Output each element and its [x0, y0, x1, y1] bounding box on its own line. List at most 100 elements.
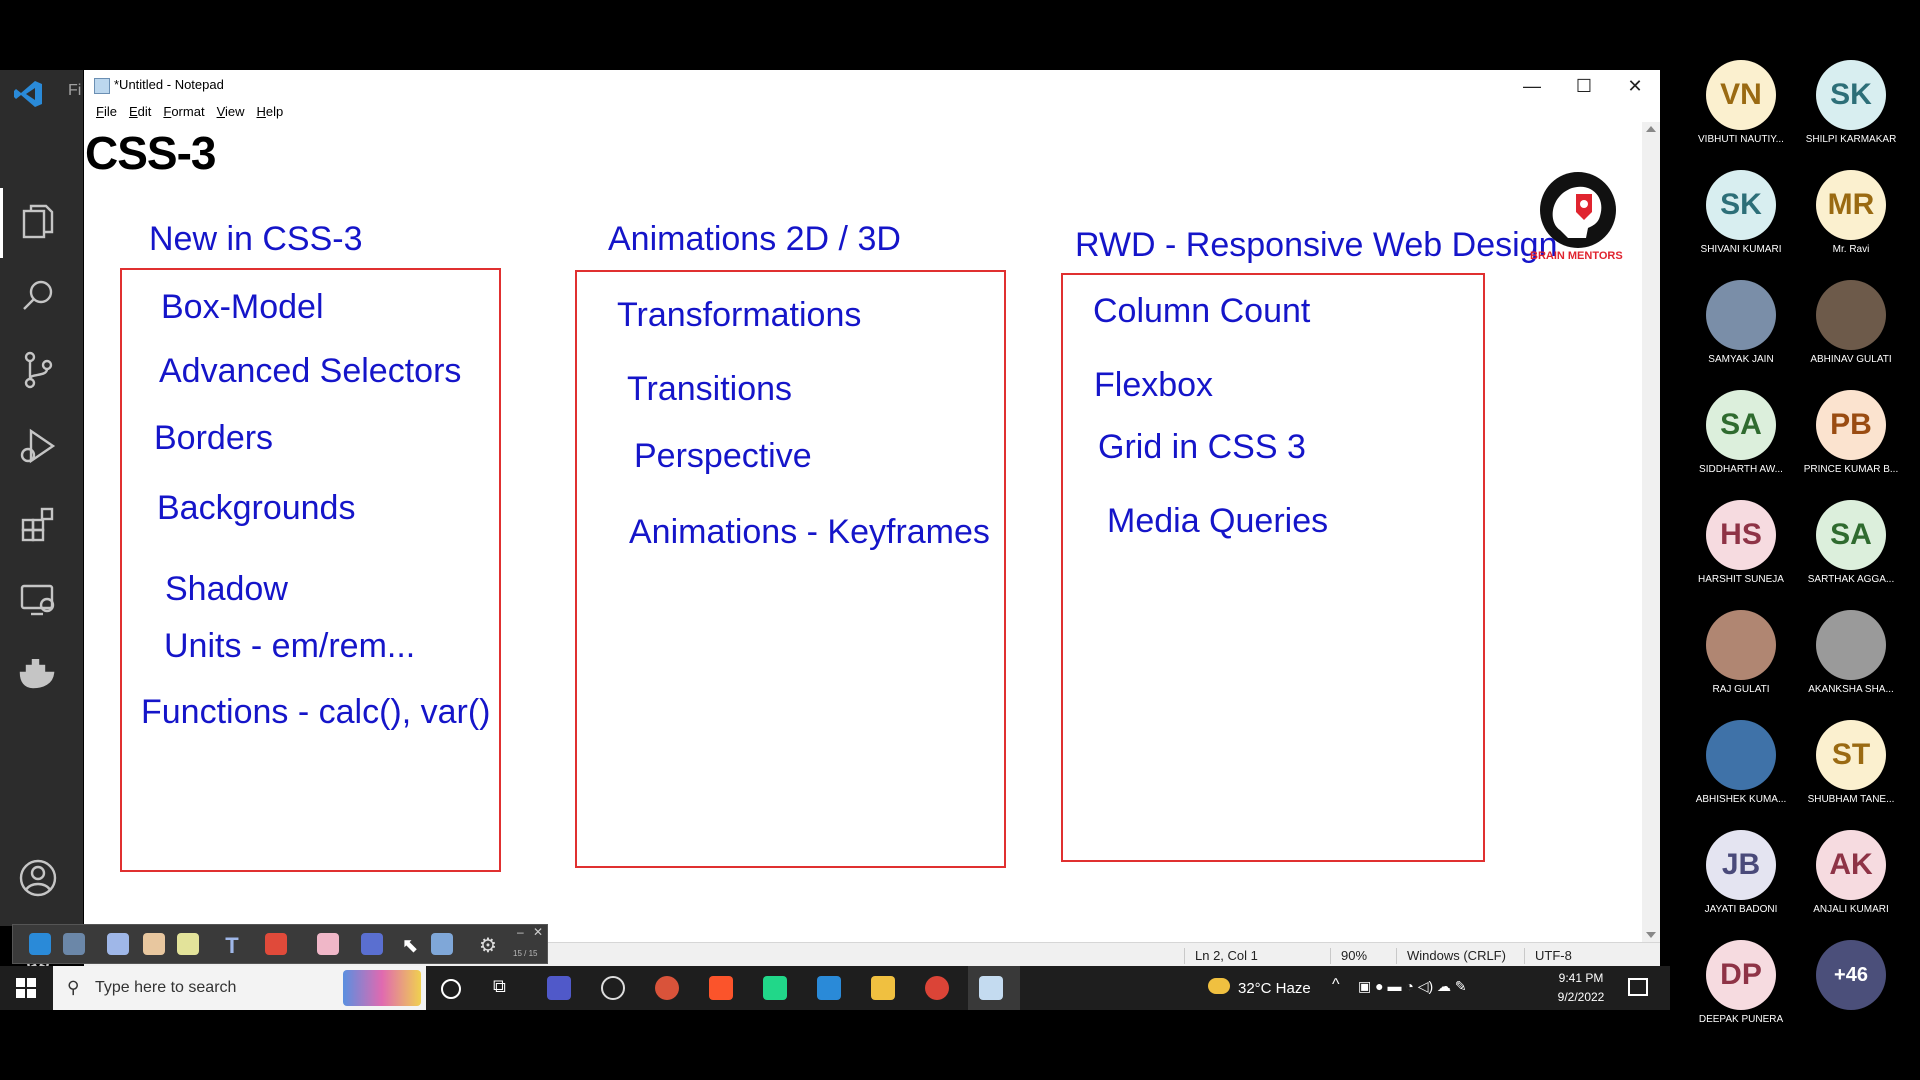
pycharm-icon[interactable] — [763, 976, 787, 1000]
list-item: Media Queries — [1107, 502, 1329, 540]
tray-icons[interactable]: ▣ ● ▬ ◔ ◁) ☁ ✎ — [1358, 978, 1467, 995]
cursor-position: Ln 2, Col 1 — [1184, 948, 1258, 964]
vscode-taskbar-icon[interactable] — [817, 976, 841, 1000]
participant-tile[interactable]: DP DEEPAK PUNERA — [1686, 940, 1796, 1025]
list-item: Perspective — [634, 437, 812, 475]
obs-icon[interactable] — [601, 976, 625, 1000]
menu-format[interactable]: Format — [157, 104, 210, 119]
participant-tile[interactable]: JB JAYATI BADONI — [1686, 830, 1796, 915]
scroll-up-arrow-icon[interactable] — [1646, 126, 1656, 132]
toolbar-close-icon[interactable]: ✕ — [533, 925, 543, 939]
participant-name: SIDDHARTH AW... — [1699, 464, 1783, 475]
remote-explorer-icon[interactable] — [0, 570, 75, 630]
maximize-button[interactable]: ☐ — [1564, 74, 1604, 98]
participant-tile[interactable]: ABHISHEK KUMA... — [1686, 720, 1796, 805]
docker-icon[interactable] — [0, 644, 75, 704]
toolbar-settings-icon[interactable]: ⚙ — [477, 933, 499, 957]
pen-tool-icon[interactable] — [107, 933, 129, 955]
menu-bar: File Edit Format View Help — [90, 104, 289, 119]
cursor-tool-icon[interactable] — [29, 933, 51, 955]
participant-name: RAJ GULATI — [1712, 684, 1770, 695]
clock[interactable]: 9:41 PM 9/2/2022 — [1556, 969, 1606, 1007]
column-heading-rwd: RWD - Responsive Web Design — [1075, 226, 1558, 264]
participant-name: JAYATI BADONI — [1704, 904, 1778, 915]
participant-name: AKANKSHA SHA... — [1808, 684, 1894, 695]
source-control-icon[interactable] — [0, 340, 75, 400]
participant-name: SHUBHAM TANE... — [1807, 794, 1895, 805]
column-heading-animations: Animations 2D / 3D — [608, 220, 901, 258]
search-icon[interactable] — [0, 266, 75, 326]
participant-tile[interactable]: HS HARSHIT SUNEJA — [1686, 500, 1796, 585]
participant-tile[interactable]: VN VIBHUTI NAUTIY... — [1686, 60, 1796, 145]
participant-tile[interactable]: AK ANJALI KUMARI — [1796, 830, 1906, 915]
avatar: DP — [1706, 940, 1776, 1010]
file-explorer-icon[interactable] — [871, 976, 895, 1000]
minimize-button[interactable]: — — [1512, 74, 1552, 98]
participant-tile[interactable]: RAJ GULATI — [1686, 610, 1796, 695]
whiteboard-tool-icon[interactable] — [63, 933, 85, 955]
participant-tile[interactable]: MR Mr. Ravi — [1796, 170, 1906, 255]
explorer-icon[interactable] — [0, 192, 75, 252]
menu-file[interactable]: File — [90, 104, 123, 119]
avatar: PB — [1816, 390, 1886, 460]
brave-browser-icon[interactable] — [709, 976, 733, 1000]
run-debug-icon[interactable] — [0, 416, 75, 476]
list-item: Transformations — [617, 296, 862, 334]
windows-taskbar: ⚲ Type here to search ⧉ 32°C Haze ^ ▣ ● … — [0, 966, 1670, 1010]
avatar: SA — [1706, 390, 1776, 460]
menu-help[interactable]: Help — [251, 104, 290, 119]
participant-tile[interactable]: ST SHUBHAM TANE... — [1796, 720, 1906, 805]
text-tool-icon[interactable]: T — [221, 933, 243, 958]
cortana-icon[interactable] — [441, 979, 461, 999]
close-button[interactable]: ✕ — [1615, 74, 1655, 98]
extensions-icon[interactable] — [0, 494, 75, 554]
participant-tile[interactable]: SA SIDDHARTH AW... — [1686, 390, 1796, 475]
eraser-tool-icon[interactable] — [317, 933, 339, 955]
avatar: SK — [1816, 60, 1886, 130]
scroll-down-arrow-icon[interactable] — [1646, 932, 1656, 938]
task-view-icon[interactable]: ⧉ — [493, 976, 517, 1000]
pointer-tool-icon[interactable]: ⬉ — [399, 933, 421, 957]
teams-icon[interactable] — [547, 976, 571, 1000]
participant-name: ABHINAV GULATI — [1810, 354, 1892, 365]
menu-edit[interactable]: Edit — [123, 104, 157, 119]
avatar: AK — [1816, 830, 1886, 900]
participant-tile[interactable]: SK SHIVANI KUMARI — [1686, 170, 1796, 255]
account-icon[interactable] — [0, 848, 75, 908]
notifications-icon[interactable] — [1628, 978, 1648, 996]
chevron-up-icon[interactable]: ^ — [1332, 976, 1340, 994]
brand-name: BRAIN MENTORS — [1530, 250, 1623, 262]
participant-tile[interactable]: AKANKSHA SHA... — [1796, 610, 1906, 695]
shape-tool-icon[interactable] — [265, 933, 287, 955]
list-item: Flexbox — [1094, 366, 1214, 404]
participant-tile[interactable]: ABHINAV GULATI — [1796, 280, 1906, 365]
participant-tile[interactable]: SAMYAK JAIN — [1686, 280, 1796, 365]
participant-tile[interactable]: SA SARTHAK AGGA... — [1796, 500, 1906, 585]
vertical-scrollbar[interactable] — [1642, 122, 1660, 942]
list-item: Borders — [154, 419, 274, 457]
participant-name: SAMYAK JAIN — [1708, 354, 1774, 365]
participant-name: Mr. Ravi — [1832, 244, 1870, 255]
editor-content[interactable]: CSS-3 New in CSS-3 Box-Model Advanced Se… — [84, 122, 1639, 942]
list-item: Units - em/rem... — [164, 627, 416, 665]
participant-name: DEEPAK PUNERA — [1698, 1014, 1784, 1025]
search-highlight-icon — [343, 970, 421, 1006]
weather-text[interactable]: 32°C Haze — [1238, 980, 1311, 997]
encoding: UTF-8 — [1524, 948, 1572, 964]
taskbar-search-box[interactable]: ⚲ Type here to search — [53, 966, 426, 1010]
toolbar-minimize-icon[interactable]: – — [517, 925, 524, 939]
start-windows-icon[interactable] — [16, 978, 36, 1003]
participant-tile[interactable]: PB PRINCE KUMAR B... — [1796, 390, 1906, 475]
screenshot-tool-icon[interactable] — [431, 933, 453, 955]
participant-tile[interactable]: SK SHILPI KARMAKAR — [1796, 60, 1906, 145]
column-heading-new-in-css3: New in CSS-3 — [149, 220, 363, 258]
chrome-icon[interactable] — [925, 976, 949, 1000]
undo-tool-icon[interactable] — [361, 933, 383, 955]
highlighter-tool-icon[interactable] — [143, 933, 165, 955]
page-indicator: 15 / 15 — [513, 949, 538, 958]
marker-tool-icon[interactable] — [177, 933, 199, 955]
app-icon[interactable] — [655, 976, 679, 1000]
vscode-title-fragment: Fi — [68, 82, 82, 99]
participant-tile[interactable]: +46 — [1796, 940, 1906, 1014]
menu-view[interactable]: View — [211, 104, 251, 119]
